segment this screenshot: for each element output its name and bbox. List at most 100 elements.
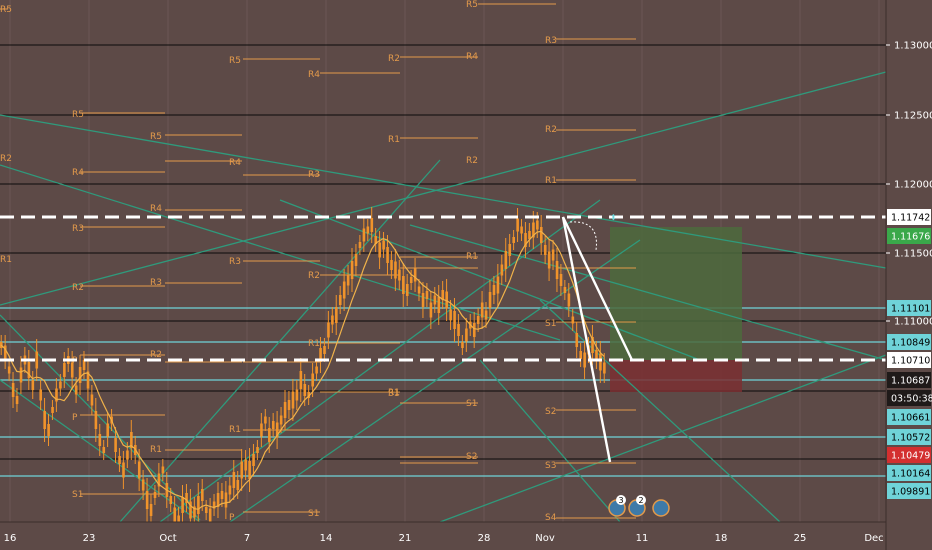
pivot-label: R4 [150, 204, 162, 214]
globe-icon[interactable] [652, 499, 670, 517]
candle-body [161, 466, 165, 474]
candle-body [311, 373, 314, 387]
price-tag-label: 1.09891 [891, 487, 930, 498]
price-tag-label: 1.11742 [891, 213, 930, 224]
candle-body [295, 389, 299, 401]
candle-body [583, 352, 586, 368]
pivot-label: R4 [308, 70, 320, 80]
candle-body [252, 454, 255, 466]
pivot-label: R3 [229, 257, 241, 267]
candle-body [603, 362, 606, 374]
candle-body [201, 489, 204, 501]
candle-body [141, 479, 145, 491]
pivot-label: R5 [229, 56, 241, 66]
pivot-label: P [72, 413, 78, 423]
candle-body [268, 428, 271, 442]
candle-body [145, 491, 149, 509]
pivot-label: R4 [229, 158, 241, 168]
pivot-label: R1 [0, 255, 12, 265]
date-label: Dec [864, 533, 883, 544]
candle-body [208, 508, 212, 522]
candle-body [244, 459, 247, 471]
price-tag-label: 1.10687 [891, 376, 930, 387]
price-tag: 1.10164 [887, 465, 931, 481]
candle-body [224, 492, 228, 508]
candle-body [504, 251, 508, 269]
candle-body [571, 316, 575, 324]
candle-body [394, 261, 397, 279]
candle-body [74, 385, 78, 395]
candle-body [279, 415, 283, 425]
candle-body [543, 245, 547, 255]
candle-body [402, 276, 405, 294]
candle-body [472, 323, 476, 337]
pivot-label: R3 [150, 278, 162, 288]
candle-body [94, 411, 98, 429]
price-tick-label: 1.12000 [894, 180, 932, 191]
candle-body [484, 310, 488, 320]
candle-body [19, 367, 23, 383]
candle-body [260, 423, 263, 437]
date-label: 21 [399, 533, 412, 544]
candle-body [409, 277, 413, 283]
candle-body [232, 472, 236, 488]
price-chart[interactable]: R5R4R3R2PR5R4R3R2PS1R1R5R4R3R1PR4R3R2R1S… [0, 0, 932, 550]
candle-body [90, 394, 94, 406]
candle-body [559, 274, 563, 286]
candle-body [382, 240, 385, 250]
candle-body [299, 371, 303, 389]
long-position-stop-zone[interactable] [610, 360, 742, 392]
candle-body [102, 447, 106, 453]
price-tick-label: 1.11500 [894, 249, 932, 260]
pivot-label: R1 [229, 425, 241, 435]
price-tag: 1.10849 [887, 334, 931, 350]
small-marker: ⬍ [610, 213, 617, 222]
date-label: 14 [320, 533, 333, 544]
pivot-label: R4 [72, 168, 84, 178]
pivot-label: R5 [0, 5, 12, 15]
pivot-label: R5 [150, 132, 162, 142]
pivot-label: S2 [466, 452, 477, 462]
pivot-label: R4 [466, 52, 478, 62]
candle-body [346, 274, 350, 286]
candle-body [126, 450, 129, 460]
price-tag-label: 1.11101 [891, 304, 930, 315]
pivot-label: R5 [72, 110, 84, 120]
pivot-label: S1 [466, 399, 477, 409]
candle-body [354, 254, 358, 266]
candle-body [327, 322, 330, 338]
price-tag: 1.11742 [887, 209, 931, 225]
pivot-label: R5 [466, 0, 478, 10]
candle-body [248, 461, 251, 479]
price-tag: 03:50:38 [887, 390, 932, 406]
price-tag-label: 1.10572 [891, 433, 930, 444]
candle-body [264, 416, 267, 424]
candle-body [78, 367, 82, 383]
candle-body [220, 491, 224, 499]
candle-body [11, 383, 15, 397]
candle-body [15, 396, 19, 404]
candle-body [197, 496, 200, 514]
candle-body [528, 231, 531, 239]
pivot-label: S3 [545, 461, 556, 471]
candle-body [98, 434, 102, 446]
candle-body [421, 293, 425, 307]
pivot-label: R2 [308, 271, 320, 281]
candle-body [169, 496, 173, 504]
candle-body [153, 492, 157, 498]
candle-body [39, 389, 43, 401]
pivot-label: R1 [150, 445, 162, 455]
candle-body [323, 346, 326, 354]
pivot-label: R3 [545, 36, 557, 46]
date-label: 18 [715, 533, 728, 544]
candle-body [271, 421, 275, 429]
candle-body [291, 391, 295, 409]
date-label: Oct [159, 533, 176, 544]
candle-body [547, 251, 551, 269]
price-tag: 1.10687 [887, 372, 931, 388]
price-tick-label: 1.13000 [894, 41, 932, 52]
candle-body [366, 226, 370, 234]
candle-body [335, 307, 338, 323]
pivot-label: S1 [388, 389, 399, 399]
candle-body [106, 423, 110, 437]
